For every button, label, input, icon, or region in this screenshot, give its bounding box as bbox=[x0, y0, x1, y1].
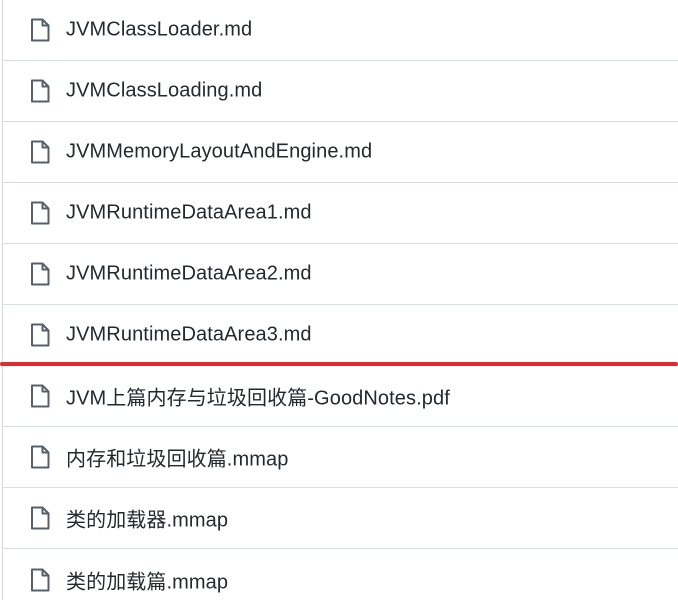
file-icon bbox=[30, 384, 50, 408]
file-icon bbox=[30, 323, 50, 347]
file-name-link[interactable]: 类的加载篇.mmap bbox=[66, 565, 228, 594]
file-row[interactable]: 内存和垃圾回收篇.mmap bbox=[3, 427, 678, 488]
file-name-link[interactable]: JVMClassLoader.md bbox=[66, 19, 252, 42]
file-name-link[interactable]: JVMClassLoading.md bbox=[66, 80, 262, 103]
file-row[interactable]: JVMRuntimeDataArea2.md bbox=[3, 244, 678, 305]
file-icon bbox=[30, 18, 50, 42]
file-name-link[interactable]: 内存和垃圾回收篇.mmap bbox=[66, 443, 288, 472]
file-row[interactable]: JVMMemoryLayoutAndEngine.md bbox=[3, 122, 678, 183]
file-icon bbox=[30, 506, 50, 530]
file-name-link[interactable]: 类的加载器.mmap bbox=[66, 504, 228, 533]
file-icon bbox=[30, 568, 50, 592]
file-name-link[interactable]: JVMRuntimeDataArea1.md bbox=[66, 202, 312, 225]
file-row[interactable]: 类的加载篇.mmap bbox=[3, 549, 678, 600]
file-icon bbox=[30, 262, 50, 286]
file-row[interactable]: JVMRuntimeDataArea1.md bbox=[3, 183, 678, 244]
file-row[interactable]: 类的加载器.mmap bbox=[3, 488, 678, 549]
file-list: JVMClassLoader.md JVMClassLoading.md JVM… bbox=[2, 0, 678, 600]
file-icon bbox=[30, 445, 50, 469]
file-row[interactable]: JVMClassLoading.md bbox=[3, 61, 678, 122]
file-name-link[interactable]: JVMMemoryLayoutAndEngine.md bbox=[66, 141, 372, 164]
file-name-link[interactable]: JVM上篇内存与垃圾回收篇-GoodNotes.pdf bbox=[66, 382, 450, 411]
file-name-link[interactable]: JVMRuntimeDataArea2.md bbox=[66, 263, 312, 286]
file-row[interactable]: JVMRuntimeDataArea3.md bbox=[3, 305, 678, 366]
file-icon bbox=[30, 201, 50, 225]
file-row[interactable]: JVM上篇内存与垃圾回收篇-GoodNotes.pdf bbox=[3, 366, 678, 427]
red-separator-line bbox=[0, 362, 678, 366]
file-icon bbox=[30, 79, 50, 103]
file-name-link[interactable]: JVMRuntimeDataArea3.md bbox=[66, 324, 312, 347]
file-row[interactable]: JVMClassLoader.md bbox=[3, 0, 678, 61]
file-icon bbox=[30, 140, 50, 164]
